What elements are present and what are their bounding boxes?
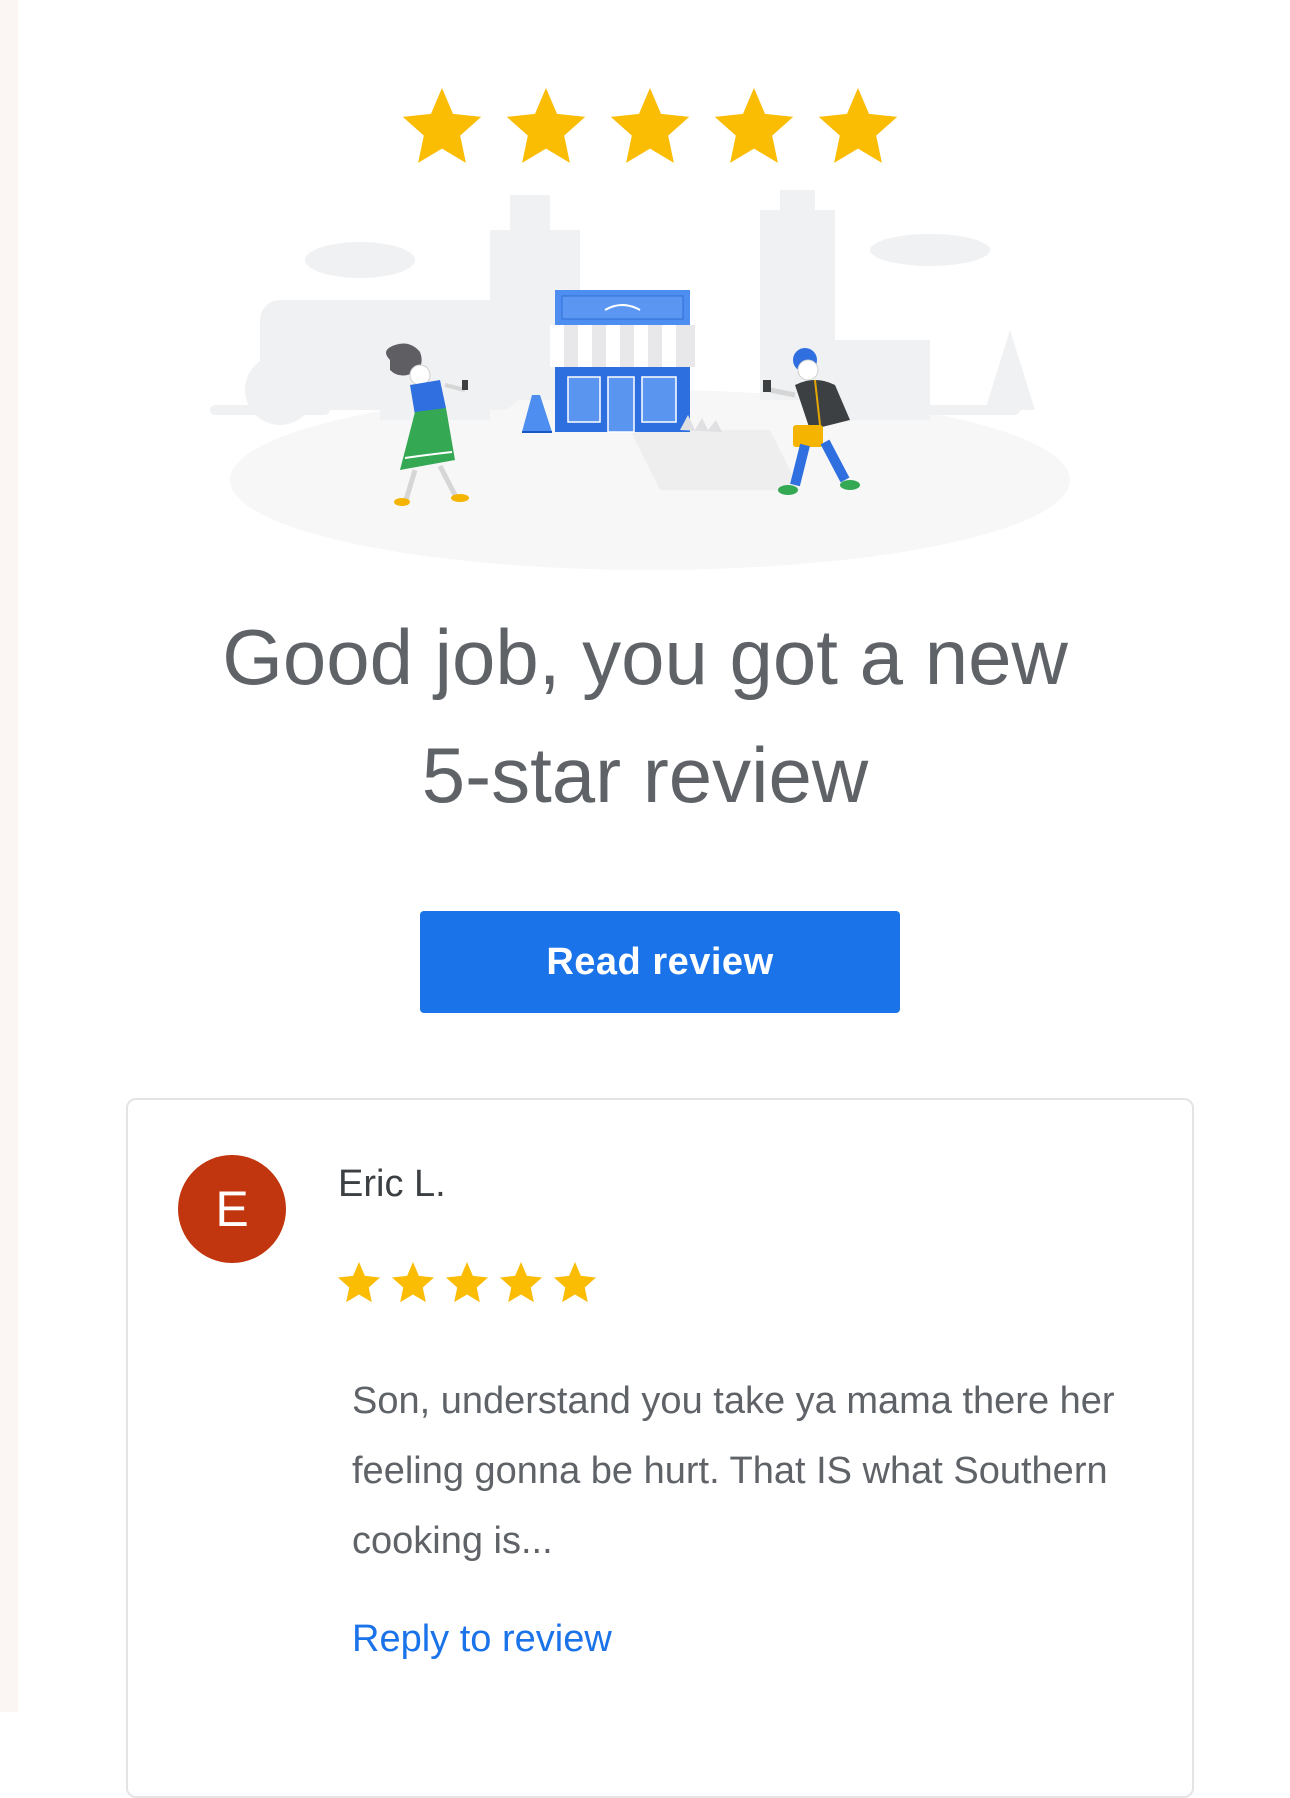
star-icon: [399, 88, 485, 170]
star-icon: [503, 88, 589, 170]
star-icon: [711, 88, 797, 170]
star-icon: [607, 88, 693, 170]
hero-rating-stars: [0, 88, 1290, 170]
headline-line-1: Good job, you got a new: [222, 613, 1068, 701]
star-icon: [336, 1262, 382, 1306]
star-icon: [390, 1262, 436, 1306]
star-icon: [552, 1262, 598, 1306]
headline-line-2: 5-star review: [421, 731, 869, 819]
review-text: Son, understand you take ya mama there h…: [352, 1380, 1115, 1562]
read-review-button[interactable]: Read review: [420, 911, 900, 1013]
review-rating-stars: [336, 1262, 598, 1306]
star-icon: [498, 1262, 544, 1306]
reply-to-review-link[interactable]: Reply to review: [352, 1618, 612, 1661]
avatar: E: [178, 1155, 286, 1263]
left-edge-strip: [0, 0, 18, 1712]
headline: Good job, you got a new 5-star review: [0, 598, 1290, 834]
reviewer-name: Eric L.: [338, 1163, 446, 1205]
star-icon: [815, 88, 901, 170]
storefront-illustration: [210, 190, 1070, 570]
star-icon: [444, 1262, 490, 1306]
